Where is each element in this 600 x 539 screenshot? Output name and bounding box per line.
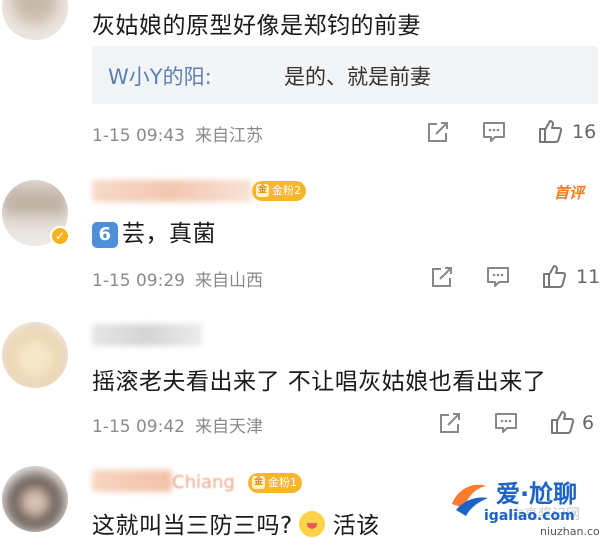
comment-meta: 1-15 09:29 来自山西 <box>92 266 263 291</box>
fan-badge[interactable]: 金金粉2 <box>252 181 306 201</box>
comment-meta: 1-15 09:43 来自江苏 <box>92 121 263 146</box>
comment-icon[interactable] <box>480 118 508 146</box>
fan-badge-icon: 金 <box>252 476 265 489</box>
number-emoji: 6 <box>92 222 118 248</box>
like-icon[interactable] <box>536 117 564 145</box>
verified-badge: ✓ <box>50 226 70 246</box>
fan-badge[interactable]: 金金粉1 <box>248 473 302 493</box>
comment-icon[interactable] <box>484 263 512 291</box>
watermark-url: igaliao.com <box>484 508 575 524</box>
username-blurred[interactable] <box>92 470 172 492</box>
comment-icon[interactable] <box>492 409 520 437</box>
like-count: 6 <box>582 412 595 434</box>
comment-text: 这就叫当三防三吗? 活该 <box>92 506 380 539</box>
username-partial[interactable]: Chiang <box>172 472 235 493</box>
comment-text: 6 芸，真菌 <box>92 214 216 248</box>
timestamp: 1-15 09:29 <box>92 271 185 291</box>
comment-body-a: 这就叫当三防三吗? <box>92 513 293 539</box>
share-icon[interactable] <box>428 263 456 291</box>
share-icon[interactable] <box>436 409 464 437</box>
share-icon[interactable] <box>424 118 452 146</box>
fan-badge-icon: 金 <box>256 184 269 197</box>
fan-badge-label: 金粉1 <box>268 476 297 489</box>
smirk-emoji-icon <box>298 511 325 537</box>
location: 来自山西 <box>194 271 263 291</box>
comment-text: 摇滚老夫看出来了 不让唱灰姑娘也看出来了 <box>92 369 547 395</box>
avatar[interactable] <box>2 0 68 40</box>
like-icon[interactable] <box>548 408 576 436</box>
first-comment-tag: 首评 <box>554 184 585 202</box>
fan-badge-label: 金粉2 <box>272 184 301 197</box>
comment-meta: 1-15 09:42 来自天津 <box>92 412 263 437</box>
comment-body: 芸，真菌 <box>122 221 216 247</box>
site-watermark: 爱·尬聊 中高奖记网 igaliao.com niuzhan.com <box>448 472 600 539</box>
watermark-url-2: niuzhan.com <box>540 525 600 538</box>
reply-author[interactable]: W小Y的阳: <box>108 61 212 91</box>
reply-box[interactable]: W小Y的阳: 是的、就是前妻 <box>92 46 598 104</box>
location: 来自天津 <box>194 417 263 437</box>
comment-text: 灰姑娘的原型好像是郑钧的前妻 <box>92 13 421 39</box>
reply-text: 是的、就是前妻 <box>284 65 431 89</box>
avatar[interactable] <box>2 466 68 532</box>
username-blurred[interactable] <box>92 180 252 202</box>
location: 来自江苏 <box>194 126 263 146</box>
like-count: 11 <box>576 266 600 288</box>
username-blurred[interactable] <box>92 324 202 346</box>
comment-body-b: 活该 <box>332 513 380 539</box>
like-count: 16 <box>572 121 597 143</box>
timestamp: 1-15 09:43 <box>92 126 185 146</box>
timestamp: 1-15 09:42 <box>92 417 185 437</box>
avatar[interactable] <box>2 322 68 388</box>
like-icon[interactable] <box>540 262 568 290</box>
